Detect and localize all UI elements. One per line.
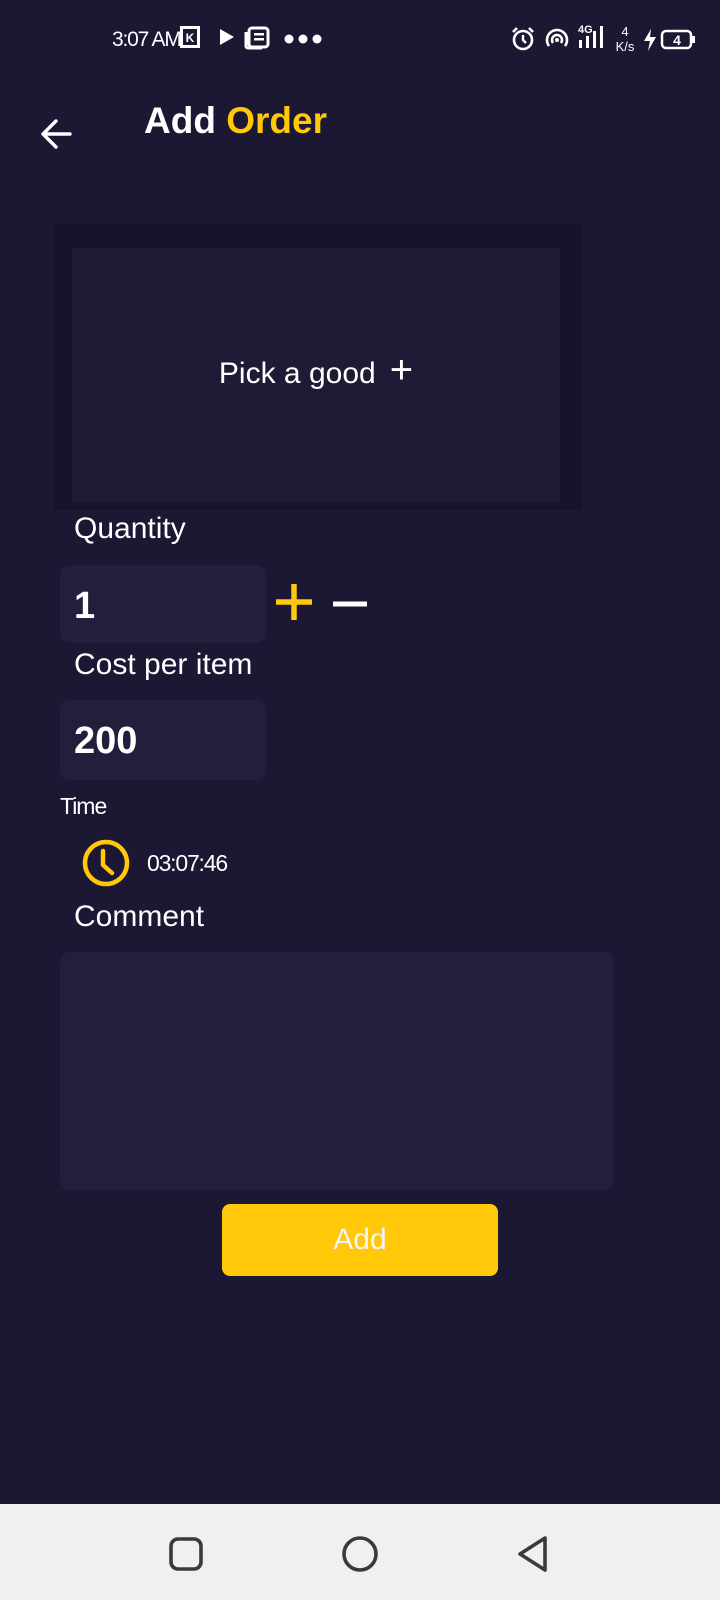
network-speed: 4 K/s (612, 24, 638, 54)
page-title-word-order: Order (226, 100, 327, 141)
status-time: 3:07 AM (112, 28, 182, 51)
battery-icon: 4 (660, 29, 695, 50)
back-nav-icon[interactable] (514, 1534, 554, 1574)
play-icon (220, 29, 234, 45)
k-app-icon: K (180, 26, 200, 48)
quantity-value[interactable]: 1 (74, 585, 95, 628)
cost-per-item-label: Cost per item (74, 648, 253, 681)
pick-good-button[interactable]: Pick a good + (72, 248, 560, 502)
recents-icon[interactable] (166, 1534, 206, 1574)
back-arrow-icon[interactable] (36, 114, 76, 154)
status-bar: 3:07 AM K 4G 4 K/s 4 (0, 0, 720, 80)
home-icon[interactable] (340, 1534, 380, 1574)
comment-label: Comment (74, 900, 205, 933)
hotspot-icon (545, 28, 569, 47)
time-label: Time (60, 793, 107, 819)
add-order-button[interactable]: Add (222, 1204, 498, 1276)
svg-text:K: K (186, 31, 195, 45)
system-navigation-bar (0, 1504, 720, 1600)
charging-icon (644, 29, 656, 51)
quantity-label: Quantity (74, 512, 186, 545)
battery-level: 4 (673, 32, 681, 48)
news-icon (244, 26, 270, 50)
decrease-quantity-minus-icon[interactable] (330, 580, 370, 624)
pick-good-label: Pick a good (218, 357, 376, 390)
comment-textarea[interactable] (60, 952, 614, 1190)
alarm-icon (512, 27, 534, 51)
network-type-label: 4G (578, 24, 593, 36)
more-dots-icon (284, 34, 322, 44)
pick-good-plus-icon: + (389, 348, 414, 392)
clock-icon[interactable] (81, 838, 131, 888)
increase-quantity-plus-icon[interactable] (272, 580, 316, 624)
page-title-word-add: Add (144, 100, 216, 141)
cost-per-item-value[interactable]: 200 (74, 720, 137, 763)
network-speed-value: 4 (621, 24, 629, 39)
signal-icon: 4G (578, 24, 603, 48)
network-speed-unit: K/s (615, 39, 635, 54)
time-value[interactable]: 03:07:46 (147, 850, 228, 877)
page-title: Add Order (144, 100, 327, 142)
